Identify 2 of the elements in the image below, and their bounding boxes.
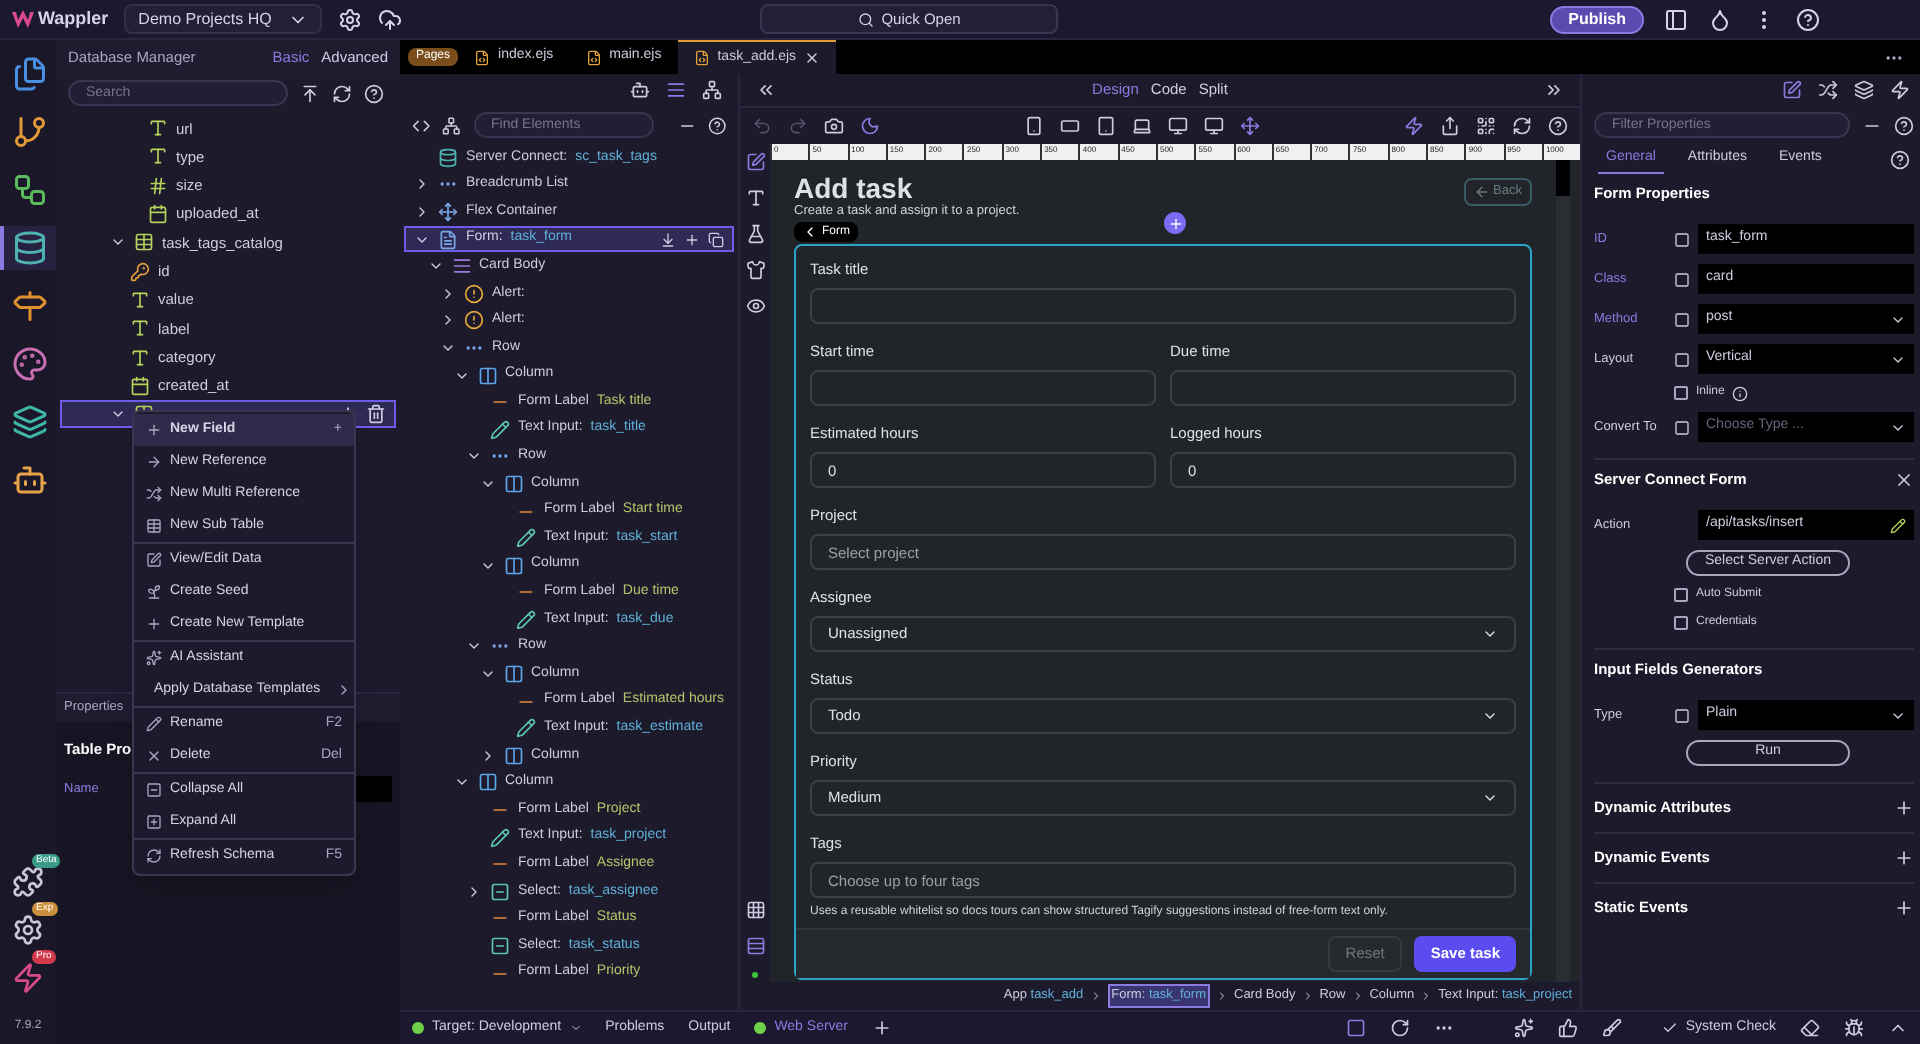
page-title: Add task [794,172,913,204]
app-name: Wappler [38,5,109,32]
